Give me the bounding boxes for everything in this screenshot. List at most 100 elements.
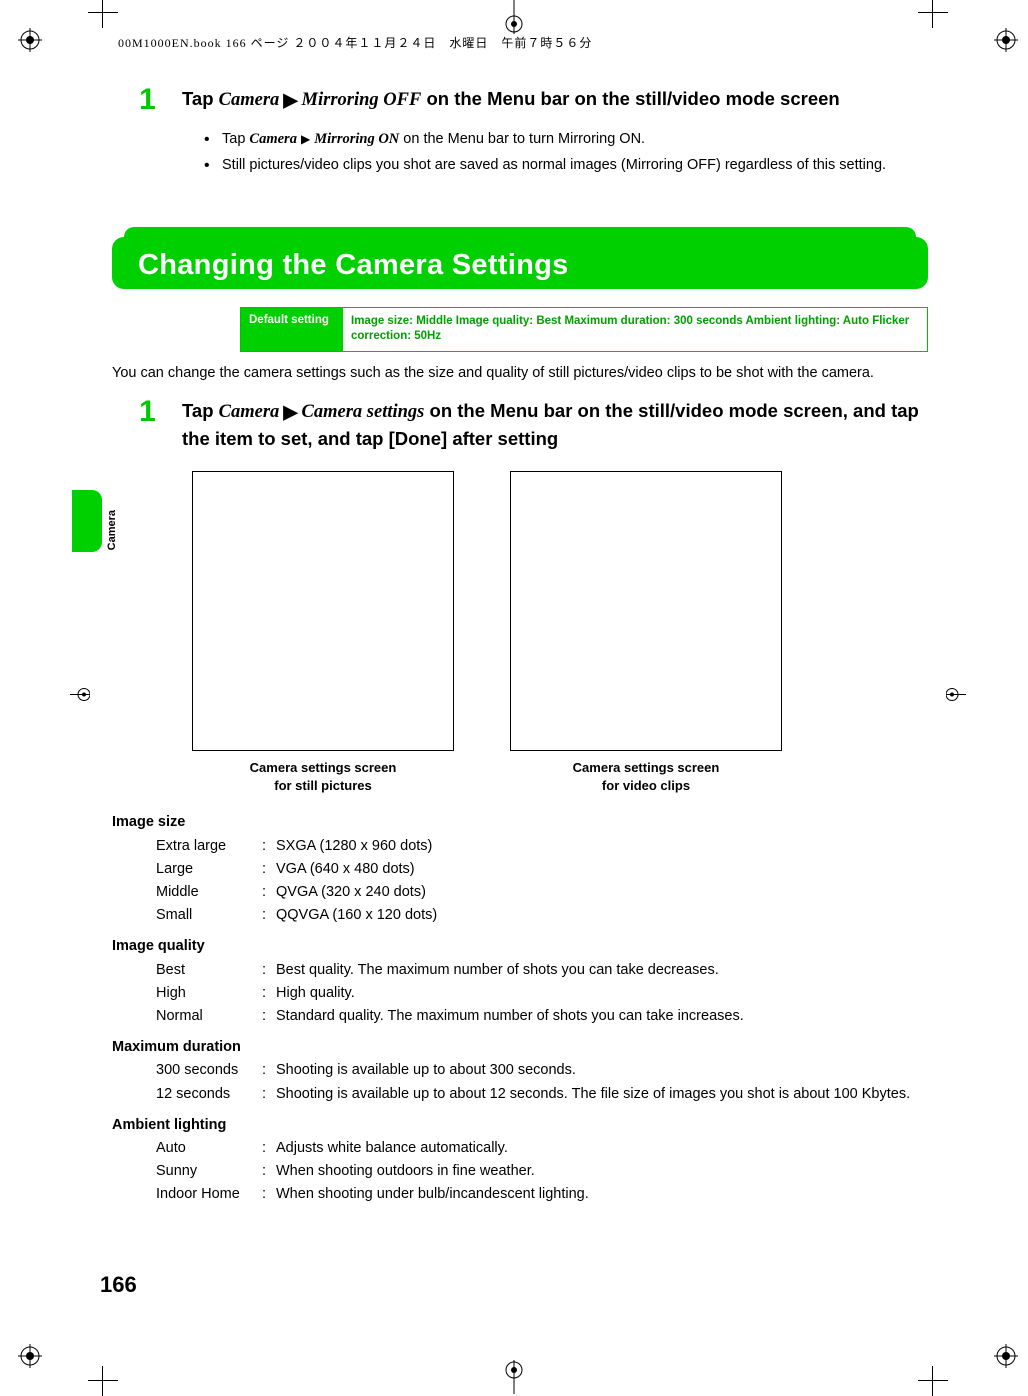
setting-line: Normal:Standard quality. The maximum num… <box>156 1005 928 1028</box>
setting-desc: When shooting outdoors in fine weather. <box>276 1160 928 1183</box>
setting-line: Best:Best quality. The maximum number of… <box>156 959 928 982</box>
setting-line: 12 seconds:Shooting is available up to a… <box>156 1083 928 1106</box>
setting-desc: Best quality. The maximum number of shot… <box>276 959 928 982</box>
setting-line: High:High quality. <box>156 982 928 1005</box>
intro-paragraph: You can change the camera settings such … <box>112 362 928 384</box>
setting-name: High <box>156 982 262 1005</box>
crop-mark <box>918 0 948 28</box>
setting-desc: When shooting under bulb/incandescent li… <box>276 1183 928 1206</box>
screenshot-video: Camera settings screen for video clips <box>510 471 782 795</box>
arrow-icon: ▶ <box>283 87 297 114</box>
setting-desc: QVGA (320 x 240 dots) <box>276 881 928 904</box>
setting-name: Sunny <box>156 1160 262 1183</box>
step-instruction: Tap Camera▶Camera settings on the Menu b… <box>182 398 928 453</box>
setting-desc: Shooting is available up to about 12 sec… <box>276 1083 928 1106</box>
group-title-max-duration: Maximum duration <box>112 1036 928 1059</box>
colon: : <box>262 835 276 858</box>
text: on the Menu bar on the still/video mode … <box>421 88 839 109</box>
setting-desc: QQVGA (160 x 120 dots) <box>276 904 928 927</box>
setting-name: Middle <box>156 881 262 904</box>
step-1: 1 Tap Camera▶Mirroring OFF on the Menu b… <box>112 86 928 114</box>
setting-line: Middle:QVGA (320 x 240 dots) <box>156 881 928 904</box>
bullet-item: Tap Camera ▶ Mirroring ON on the Menu ba… <box>204 128 928 150</box>
setting-name: Extra large <box>156 835 262 858</box>
center-mark-icon <box>497 0 531 34</box>
setting-name: Auto <box>156 1137 262 1160</box>
page: 00M1000EN.book 166 ページ ２００４年１１月２４日 水曜日 午… <box>0 0 1028 1394</box>
colon: : <box>262 1005 276 1028</box>
menu-path: Camera settings <box>302 402 425 422</box>
section-title: Changing the Camera Settings <box>112 227 928 282</box>
text: for still pictures <box>274 778 372 793</box>
setting-name: Large <box>156 858 262 881</box>
text: Still pictures/video clips you shot are … <box>222 157 886 173</box>
group-title-image-quality: Image quality <box>112 935 928 958</box>
crop-mark <box>88 0 118 28</box>
setting-line: Small:QQVGA (160 x 120 dots) <box>156 904 928 927</box>
setting-name: Normal <box>156 1005 262 1028</box>
side-tab <box>72 490 102 552</box>
colon: : <box>262 858 276 881</box>
colon: : <box>262 959 276 982</box>
center-mark-icon <box>497 1360 531 1394</box>
setting-desc: High quality. <box>276 982 928 1005</box>
default-setting-label: Default setting <box>241 308 343 351</box>
screenshots-row: Camera settings screen for still picture… <box>192 471 928 795</box>
text: Tap <box>182 400 219 421</box>
default-setting-row: Default setting Image size: Middle Image… <box>240 307 928 352</box>
setting-desc: SXGA (1280 x 960 dots) <box>276 835 928 858</box>
text: Camera settings screen <box>573 760 720 775</box>
setting-line: 300 seconds:Shooting is available up to … <box>156 1059 928 1082</box>
group-title-image-size: Image size <box>112 811 928 834</box>
arrow-icon: ▶ <box>301 132 310 146</box>
text: for video clips <box>602 778 690 793</box>
colon: : <box>262 982 276 1005</box>
setting-name: 300 seconds <box>156 1059 262 1082</box>
step-number: 1 <box>112 398 182 426</box>
text: on the Menu bar to turn Mirroring ON. <box>399 131 645 147</box>
crop-mark <box>88 1366 118 1396</box>
text: Tap <box>182 88 219 109</box>
registration-mark-icon <box>18 28 42 52</box>
side-mark-icon <box>946 678 966 717</box>
setting-name: 12 seconds <box>156 1083 262 1106</box>
setting-line: Indoor Home:When shooting under bulb/inc… <box>156 1183 928 1206</box>
text: Camera settings screen <box>250 760 397 775</box>
screenshot-caption: Camera settings screen for video clips <box>510 759 782 795</box>
setting-name: Small <box>156 904 262 927</box>
registration-mark-icon <box>994 28 1018 52</box>
colon: : <box>262 881 276 904</box>
step-2: 1 Tap Camera▶Camera settings on the Menu… <box>112 398 928 453</box>
side-mark-icon <box>70 678 90 717</box>
colon: : <box>262 904 276 927</box>
step-1-bullets: Tap Camera ▶ Mirroring ON on the Menu ba… <box>204 128 928 177</box>
setting-desc: Standard quality. The maximum number of … <box>276 1005 928 1028</box>
setting-desc: Shooting is available up to about 300 se… <box>276 1059 928 1082</box>
section-banner: Changing the Camera Settings <box>112 227 928 295</box>
menu-path: Camera <box>249 131 297 147</box>
colon: : <box>262 1160 276 1183</box>
print-header: 00M1000EN.book 166 ページ ２００４年１１月２４日 水曜日 午… <box>118 34 592 51</box>
screenshot-caption: Camera settings screen for still picture… <box>192 759 454 795</box>
step-instruction: Tap Camera▶Mirroring OFF on the Menu bar… <box>182 86 840 114</box>
page-number: 166 <box>100 1272 137 1298</box>
group-title-ambient: Ambient lighting <box>112 1114 928 1137</box>
screenshot-placeholder <box>510 471 782 751</box>
setting-line: Extra large:SXGA (1280 x 960 dots) <box>156 835 928 858</box>
text: Tap <box>222 131 249 147</box>
menu-path: Mirroring OFF <box>302 90 422 110</box>
colon: : <box>262 1083 276 1106</box>
setting-desc: Adjusts white balance automatically. <box>276 1137 928 1160</box>
setting-line: Large:VGA (640 x 480 dots) <box>156 858 928 881</box>
step-number: 1 <box>112 86 182 114</box>
bullet-item: Still pictures/video clips you shot are … <box>204 154 928 176</box>
menu-path: Mirroring ON <box>314 131 399 147</box>
registration-mark-icon <box>18 1344 42 1368</box>
settings-list: Image size Extra large:SXGA (1280 x 960 … <box>112 811 928 1206</box>
registration-mark-icon <box>994 1344 1018 1368</box>
setting-name: Best <box>156 959 262 982</box>
setting-line: Auto:Adjusts white balance automatically… <box>156 1137 928 1160</box>
screenshot-placeholder <box>192 471 454 751</box>
menu-path: Camera <box>219 402 280 422</box>
default-setting-value: Image size: Middle Image quality: Best M… <box>343 308 927 351</box>
